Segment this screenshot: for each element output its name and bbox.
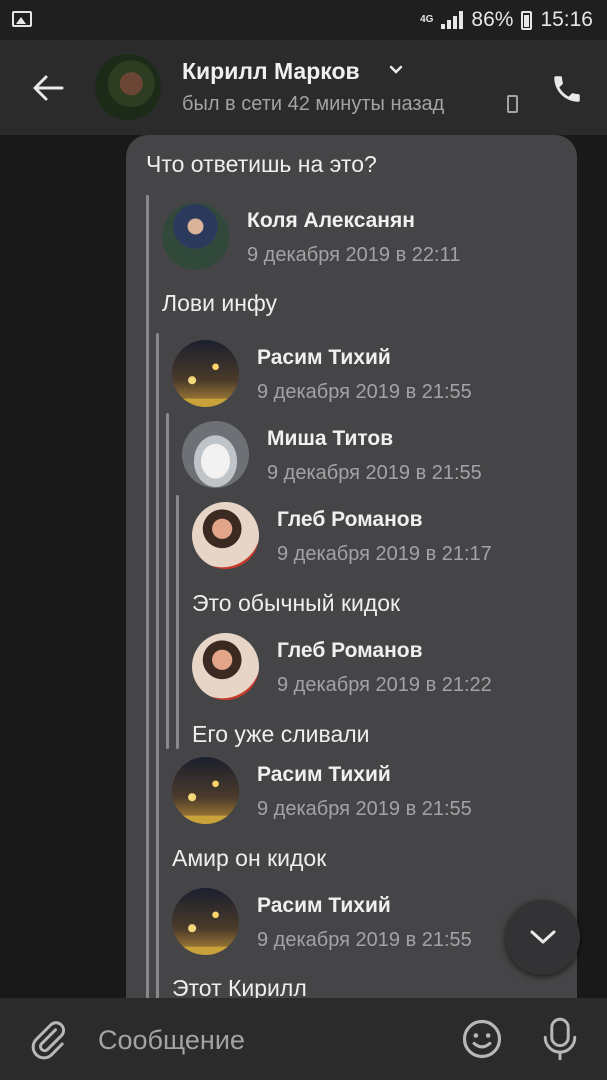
forward-author[interactable]: Расим Тихий — [257, 346, 391, 370]
forward-author[interactable]: Расим Тихий — [257, 763, 391, 787]
forward-date: 9 декабря 2019 в 21:55 — [257, 798, 472, 820]
last-seen-status: был в сети 42 минуты назад — [182, 93, 445, 115]
forward-author[interactable]: Глеб Романов — [277, 508, 423, 532]
message-text: Что ответишь на это? — [146, 151, 377, 177]
forward-text: Амир он кидок — [172, 845, 327, 871]
forward-level-1-bar — [146, 195, 149, 998]
message-composer — [0, 998, 607, 1080]
chat-header: Кирилл Марков был в сети 42 минуты назад — [0, 40, 607, 135]
forward-level-3-bar — [166, 413, 169, 749]
status-bar: 4G 86% 15:16 — [0, 0, 607, 40]
avatar[interactable] — [162, 203, 229, 270]
forward-text: Лови инфу — [162, 290, 278, 316]
message-bubble[interactable]: Что ответишь на это? Коля Алексанян 9 де… — [126, 135, 577, 998]
forward-date: 9 декабря 2019 в 21:17 — [277, 543, 492, 565]
battery-percent: 86% — [471, 8, 514, 31]
forward-text: Его уже сливали — [192, 721, 370, 747]
contact-name[interactable]: Кирилл Марков — [182, 58, 360, 85]
forward-author[interactable]: Миша Титов — [267, 427, 393, 451]
clock: 15:16 — [540, 8, 593, 31]
forward-level-2-bar — [156, 333, 159, 998]
message-input[interactable] — [96, 1020, 440, 1060]
network-type-icon: 4G — [420, 14, 434, 25]
forward-date: 9 декабря 2019 в 21:55 — [267, 462, 482, 484]
scroll-to-bottom-button[interactable] — [505, 900, 580, 975]
chevron-down-icon — [530, 930, 556, 944]
avatar[interactable] — [182, 421, 249, 488]
avatar[interactable] — [172, 888, 239, 955]
signal-icon — [441, 11, 464, 29]
forward-author[interactable]: Глеб Романов — [277, 639, 423, 663]
forward-author[interactable]: Коля Алексанян — [247, 209, 415, 233]
avatar[interactable] — [192, 502, 259, 569]
back-arrow-icon[interactable] — [30, 70, 66, 106]
forward-author[interactable]: Расим Тихий — [257, 894, 391, 918]
avatar[interactable] — [192, 633, 259, 700]
emoji-icon[interactable] — [461, 1018, 503, 1060]
avatar[interactable] — [172, 340, 239, 407]
forward-date: 9 декабря 2019 в 21:55 — [257, 929, 472, 951]
avatar[interactable] — [172, 757, 239, 824]
message-list[interactable]: Что ответишь на это? Коля Алексанян 9 де… — [0, 135, 607, 998]
microphone-icon[interactable] — [540, 1016, 580, 1062]
mobile-device-icon — [507, 95, 518, 113]
contact-avatar[interactable] — [95, 54, 161, 120]
forward-date: 9 декабря 2019 в 21:55 — [257, 381, 472, 403]
forward-text: Этот Кирилл — [172, 975, 307, 998]
status-bar-right: 4G 86% 15:16 — [420, 0, 593, 40]
gallery-notification-icon — [12, 11, 32, 27]
attachment-icon[interactable] — [28, 1018, 68, 1060]
phone-call-icon[interactable] — [550, 72, 584, 106]
forward-text: Это обычный кидок — [192, 590, 401, 616]
forward-level-4-bar — [176, 495, 179, 749]
battery-icon — [521, 10, 533, 30]
chevron-down-icon[interactable] — [388, 62, 404, 78]
forward-date: 9 декабря 2019 в 21:22 — [277, 674, 492, 696]
forward-date: 9 декабря 2019 в 22:11 — [247, 244, 461, 266]
